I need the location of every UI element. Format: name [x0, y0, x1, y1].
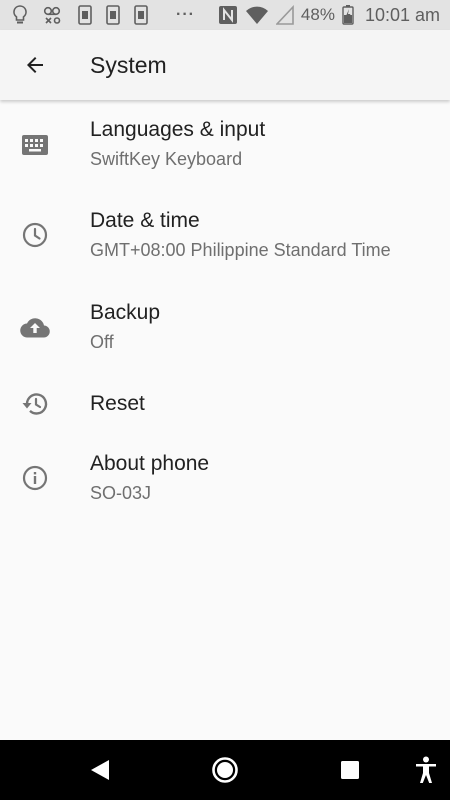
- item-title: Reset: [90, 392, 145, 415]
- restore-icon: [18, 387, 52, 421]
- info-icon: [18, 461, 52, 495]
- nav-recents-button[interactable]: [330, 740, 370, 800]
- navigation-bar: [0, 740, 450, 800]
- item-subtitle: Off: [90, 332, 114, 352]
- battery-percent: 48%: [300, 5, 335, 24]
- sim-icon: [134, 5, 148, 25]
- recents-icon: [341, 761, 359, 779]
- system-icons: 48% 10:01 am: [218, 0, 440, 30]
- bulb-icon: [12, 5, 28, 25]
- signal-icon: [275, 5, 294, 25]
- clock-time: 10:01 am: [364, 4, 440, 25]
- battery-icon: [342, 5, 354, 25]
- arrow-back-icon: [27, 57, 43, 73]
- list-item-about-phone[interactable]: About phone SO-03J: [0, 434, 450, 524]
- back-icon: [91, 760, 109, 780]
- page-title: System: [90, 51, 167, 78]
- list-item-languages-input[interactable]: Languages & input SwiftKey Keyboard: [0, 100, 450, 190]
- wifi-icon: [245, 5, 269, 25]
- item-title: Backup: [90, 301, 161, 324]
- item-subtitle: GMT+08:00 Philippine Standard Time: [90, 240, 391, 260]
- back-button[interactable]: [0, 30, 70, 100]
- list-item-backup[interactable]: Backup Off: [0, 282, 450, 374]
- nav-back-button[interactable]: [80, 740, 120, 800]
- cloud-upload-icon: [18, 310, 52, 344]
- list-item-date-time[interactable]: Date & time GMT+08:00 Philippine Standar…: [0, 190, 450, 282]
- home-icon: [212, 757, 238, 783]
- item-title: About phone: [90, 452, 210, 475]
- status-bar: ··· 48% 10:01 am: [0, 0, 450, 30]
- item-subtitle: SwiftKey Keyboard: [90, 149, 243, 169]
- item-title: Date & time: [90, 209, 200, 232]
- nav-home-button[interactable]: [205, 740, 245, 800]
- accessibility-icon: [416, 756, 436, 783]
- keyboard-icon: [18, 128, 52, 162]
- item-subtitle: SO-03J: [90, 483, 152, 503]
- sim-icon: [106, 5, 120, 25]
- nfc-icon: [218, 5, 238, 25]
- clock-icon: [18, 218, 52, 252]
- sim-icon: [78, 5, 92, 25]
- app-bar: System: [0, 30, 450, 100]
- nav-accessibility-button[interactable]: [406, 740, 446, 800]
- notification-icons: ···: [0, 5, 195, 25]
- voicemail-icon: [42, 5, 64, 25]
- list-item-reset[interactable]: Reset: [0, 374, 450, 434]
- item-title: Languages & input: [90, 118, 266, 141]
- more-icon: ···: [176, 6, 195, 23]
